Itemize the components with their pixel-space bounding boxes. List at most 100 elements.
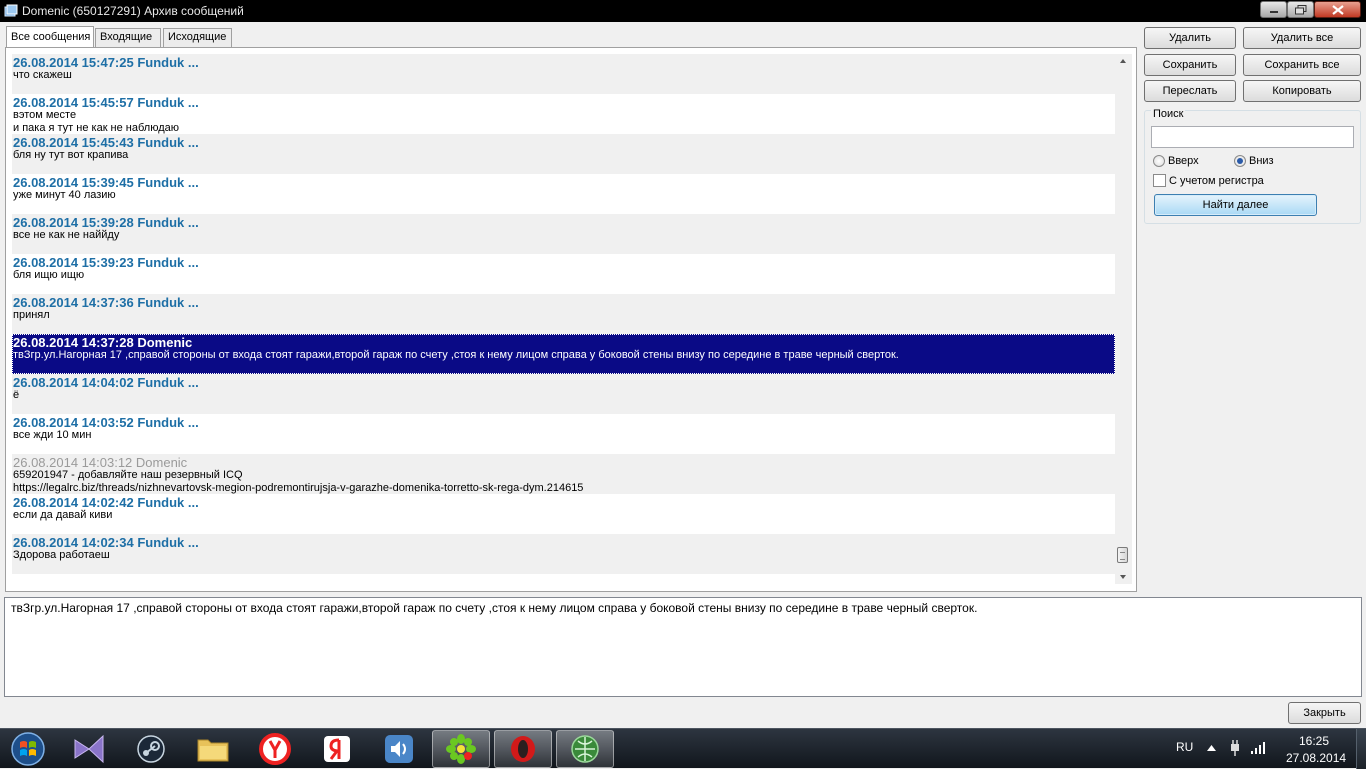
- taskbar-network-app[interactable]: [556, 730, 614, 768]
- minimize-button[interactable]: [1260, 1, 1287, 18]
- taskbar-opera[interactable]: [494, 730, 552, 768]
- clock-time[interactable]: 16:25: [1299, 734, 1329, 748]
- message-text-area[interactable]: твЗгр.ул.Нагорная 17 ,справой стороны от…: [4, 597, 1362, 697]
- message-row[interactable]: 26.08.2014 14:03:12 Domenic 659201947 - д…: [12, 454, 1115, 494]
- message-row[interactable]: 26.08.2014 15:45:43 Funduk ... бля ну тут…: [12, 134, 1115, 174]
- message-list[interactable]: 26.08.2014 15:47:25 Funduk ... что скажеш…: [12, 54, 1115, 574]
- archive-app-icon: [4, 4, 18, 17]
- direction-up-label: Вверх: [1168, 155, 1199, 167]
- network-app-icon: [571, 735, 599, 763]
- message-line: бля ищю ищю: [13, 269, 85, 281]
- scroll-down-icon[interactable]: [1118, 572, 1128, 582]
- scroll-thumb[interactable]: [1117, 547, 1128, 563]
- search-input[interactable]: [1151, 126, 1354, 148]
- message-header: 26.08.2014 14:37:28 Domenic: [13, 335, 193, 350]
- taskbar-yandex-browser[interactable]: [246, 730, 304, 768]
- message-line: Здорова работаеш: [13, 549, 110, 561]
- message-header: 26.08.2014 14:03:52 Funduk ...: [13, 415, 199, 430]
- close-window-button[interactable]: [1314, 1, 1361, 18]
- message-header: 26.08.2014 14:02:42 Funduk ...: [13, 495, 199, 510]
- message-header: 26.08.2014 14:37:36 Funduk ...: [13, 295, 199, 310]
- maximize-button[interactable]: [1287, 1, 1314, 18]
- message-row[interactable]: 26.08.2014 15:47:25 Funduk ... что скажеш: [12, 54, 1115, 94]
- delete-all-button[interactable]: Удалить все: [1243, 27, 1361, 49]
- find-next-button[interactable]: Найти далее: [1154, 194, 1317, 216]
- message-line: уже минут 40 лазию: [13, 189, 116, 201]
- close-button[interactable]: Закрыть: [1288, 702, 1361, 724]
- message-row[interactable]: 26.08.2014 14:37:36 Funduk ... принял: [12, 294, 1115, 334]
- file-explorer-icon: [197, 739, 229, 762]
- message-history-panel: 26.08.2014 15:47:25 Funduk ... что скажеш…: [5, 47, 1137, 592]
- message-row[interactable]: 26.08.2014 14:37:28 Domenic твЗгр.ул.Наго…: [12, 334, 1115, 374]
- message-line: бля ну тут вот крапива: [13, 149, 129, 161]
- window-title: Domenic (650127291) Архив сообщений: [22, 4, 244, 18]
- delete-button[interactable]: Удалить: [1144, 27, 1236, 49]
- network-signal-icon[interactable]: [1250, 739, 1266, 755]
- show-hidden-icons-icon[interactable]: [1207, 744, 1216, 751]
- message-body: принял: [13, 309, 50, 322]
- taskbar-icq[interactable]: [432, 730, 490, 768]
- taskbar-yandex[interactable]: [308, 730, 366, 768]
- direction-down-radio[interactable]: [1234, 155, 1246, 167]
- message-line: если да давай киви: [13, 509, 113, 521]
- message-row[interactable]: 26.08.2014 15:39:45 Funduk ... уже минут …: [12, 174, 1115, 214]
- message-row[interactable]: 26.08.2014 14:04:02 Funduk ... ё: [12, 374, 1115, 414]
- taskbar-visual-studio[interactable]: [60, 730, 118, 768]
- start-button[interactable]: [0, 730, 56, 768]
- restore-icon: [1294, 4, 1306, 14]
- message-header: 26.08.2014 15:39:45 Funduk ...: [13, 175, 199, 190]
- message-body: 659201947 - добавляйте наш резервный ICQ…: [13, 469, 583, 495]
- windows-start-icon: [11, 732, 45, 766]
- message-row[interactable]: 26.08.2014 14:02:34 Funduk ... Здорова ра…: [12, 534, 1115, 574]
- message-line: что скажеш: [13, 69, 72, 81]
- tab-outgoing[interactable]: Исходящие: [163, 28, 232, 47]
- message-row[interactable]: 26.08.2014 15:39:28 Funduk ... все не как…: [12, 214, 1115, 254]
- steam-icon: [137, 735, 165, 763]
- opera-icon: [511, 736, 535, 762]
- message-line: 659201947 - добавляйте наш резервный ICQ: [13, 469, 243, 481]
- scroll-up-icon[interactable]: [1118, 56, 1128, 66]
- message-header: 26.08.2014 15:47:25 Funduk ...: [13, 55, 199, 70]
- vertical-scrollbar[interactable]: [1115, 54, 1132, 584]
- message-row[interactable]: 26.08.2014 15:45:57 Funduk ... вэтом мест…: [12, 94, 1115, 134]
- taskbar-file-explorer[interactable]: [184, 730, 242, 768]
- message-line: принял: [13, 309, 50, 321]
- search-group-label: Поиск: [1151, 108, 1186, 120]
- message-row[interactable]: 26.08.2014 14:03:52 Funduk ... все жди 10…: [12, 414, 1115, 454]
- copy-button[interactable]: Копировать: [1243, 80, 1361, 102]
- message-line: твЗгр.ул.Нагорная 17 ,справой стороны от…: [13, 349, 899, 361]
- match-case-checkbox[interactable]: [1153, 174, 1166, 187]
- match-case-label: С учетом регистра: [1169, 175, 1264, 187]
- taskbar-volume-app[interactable]: [370, 730, 428, 768]
- save-button[interactable]: Сохранить: [1144, 54, 1236, 76]
- power-plug-icon[interactable]: [1228, 740, 1242, 756]
- message-header: 26.08.2014 15:45:57 Funduk ...: [13, 95, 199, 110]
- message-body: уже минут 40 лазию: [13, 189, 116, 202]
- message-row[interactable]: 26.08.2014 14:02:42 Funduk ... если да да…: [12, 494, 1115, 534]
- tab-incoming[interactable]: Входящие: [95, 28, 161, 47]
- message-header: 26.08.2014 15:45:43 Funduk ...: [13, 135, 199, 150]
- direction-up-radio[interactable]: [1153, 155, 1165, 167]
- message-line: ё: [13, 389, 20, 401]
- clock-date[interactable]: 27.08.2014: [1286, 751, 1346, 765]
- message-body: все жди 10 мин: [13, 429, 91, 442]
- message-body: если да давай киви: [13, 509, 112, 522]
- message-line: все жди 10 мин: [13, 429, 92, 441]
- message-row[interactable]: 26.08.2014 15:39:23 Funduk ... бля ищю ищ…: [12, 254, 1115, 294]
- message-body: Здорова работаеш: [13, 549, 110, 562]
- message-body: вэтом месте и пака я тут не как не наблюд…: [13, 109, 179, 135]
- save-all-button[interactable]: Сохранить все: [1243, 54, 1361, 76]
- message-line: вэтом месте: [13, 109, 77, 121]
- taskbar-steam[interactable]: [122, 730, 180, 768]
- message-body: что скажеш: [13, 69, 72, 82]
- language-indicator[interactable]: RU: [1176, 740, 1193, 754]
- message-header: 26.08.2014 14:02:34 Funduk ...: [13, 535, 199, 550]
- forward-button[interactable]: Переслать: [1144, 80, 1236, 102]
- close-icon: [1331, 4, 1344, 15]
- show-desktop-button[interactable]: [1356, 729, 1366, 769]
- message-header: 26.08.2014 14:04:02 Funduk ...: [13, 375, 199, 390]
- message-text: твЗгр.ул.Нагорная 17 ,справой стороны от…: [11, 601, 978, 615]
- icq-icon: [446, 734, 476, 764]
- minimize-icon: [1269, 10, 1278, 13]
- tab-all-messages[interactable]: Все сообщения: [6, 26, 94, 47]
